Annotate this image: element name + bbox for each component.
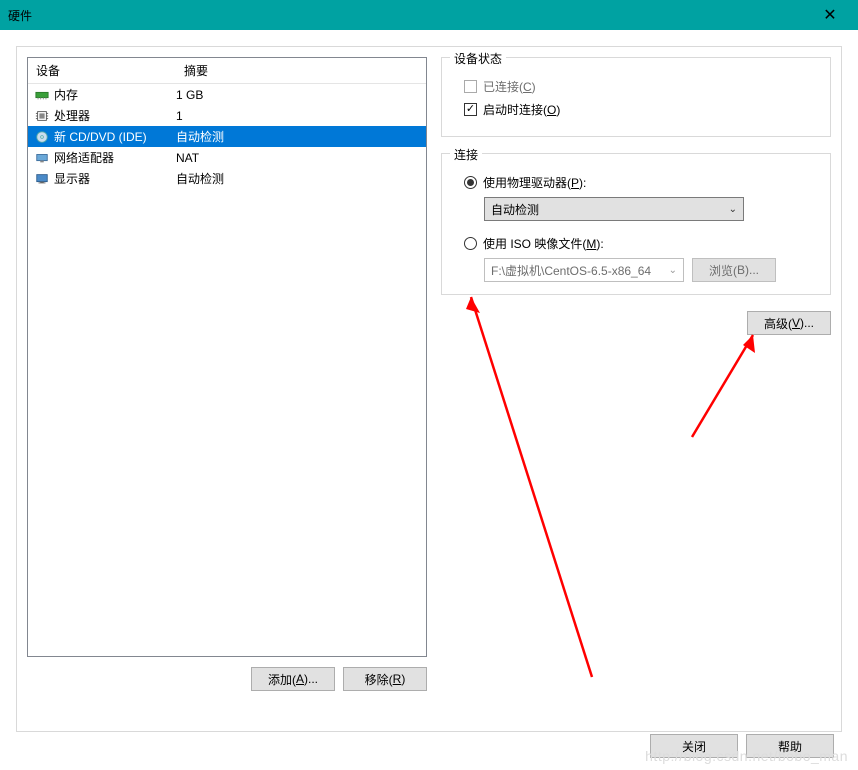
help-button[interactable]: 帮助: [746, 734, 834, 758]
column-summary[interactable]: 摘要: [176, 58, 426, 83]
device-row[interactable]: 处理器 1: [28, 105, 426, 126]
iso-radio[interactable]: [464, 237, 477, 250]
iso-label: 使用 ISO 映像文件(M):: [483, 235, 604, 252]
device-name: 显示器: [54, 170, 90, 187]
device-list-header: 设备 摘要: [28, 58, 426, 84]
device-name: 内存: [54, 86, 78, 103]
browse-button: 浏览(B)...: [692, 258, 776, 282]
close-icon[interactable]: ✕: [810, 0, 850, 30]
device-row[interactable]: 新 CD/DVD (IDE) 自动检测: [28, 126, 426, 147]
chevron-down-icon: ⌄: [729, 204, 737, 215]
device-summary: 自动检测: [174, 170, 420, 187]
physical-drive-radio[interactable]: [464, 176, 477, 189]
device-summary: 自动检测: [174, 128, 420, 145]
device-name: 新 CD/DVD (IDE): [54, 128, 147, 145]
device-name: 网络适配器: [54, 149, 114, 166]
device-row[interactable]: 内存 1 GB: [28, 84, 426, 105]
device-name: 处理器: [54, 107, 90, 124]
title-bar: 硬件 ✕: [0, 0, 858, 30]
connection-legend: 连接: [450, 146, 482, 163]
physical-drive-combo[interactable]: 自动检测 ⌄: [484, 197, 744, 221]
physical-drive-label: 使用物理驱动器(P):: [483, 174, 586, 191]
memory-icon: [34, 87, 50, 103]
cpu-icon: [34, 108, 50, 124]
network-icon: [34, 150, 50, 166]
device-status-legend: 设备状态: [450, 50, 506, 67]
device-row[interactable]: 网络适配器 NAT: [28, 147, 426, 168]
device-list[interactable]: 设备 摘要 内存1 GB处理器1新 CD/DVD (IDE)自动检测网络适配器N…: [27, 57, 427, 657]
remove-button[interactable]: 移除(R): [343, 667, 427, 691]
device-status-group: 设备状态 已连接(C) 启动时连接(O): [441, 57, 831, 137]
iso-path-input: F:\虚拟机\CentOS-6.5-x86_64 ⌄: [484, 258, 684, 282]
close-button[interactable]: 关闭: [650, 734, 738, 758]
connected-label: 已连接(C): [483, 78, 536, 95]
window-title: 硬件: [8, 7, 810, 24]
connection-group: 连接 使用物理驱动器(P): 自动检测 ⌄ 使用 ISO 映像文件(M):: [441, 153, 831, 295]
column-device[interactable]: 设备: [28, 58, 176, 83]
cd-icon: [34, 129, 50, 145]
device-summary: NAT: [174, 151, 420, 165]
advanced-button[interactable]: 高级(V)...: [747, 311, 831, 335]
chevron-down-icon: ⌄: [669, 265, 677, 276]
main-panel: 设备 摘要 内存1 GB处理器1新 CD/DVD (IDE)自动检测网络适配器N…: [16, 46, 842, 732]
device-summary: 1 GB: [174, 88, 420, 102]
connect-on-power-label: 启动时连接(O): [483, 101, 560, 118]
add-button[interactable]: 添加(A)...: [251, 667, 335, 691]
display-icon: [34, 171, 50, 187]
connected-checkbox: [464, 80, 477, 93]
device-summary: 1: [174, 109, 420, 123]
device-row[interactable]: 显示器 自动检测: [28, 168, 426, 189]
connect-on-power-checkbox[interactable]: [464, 103, 477, 116]
